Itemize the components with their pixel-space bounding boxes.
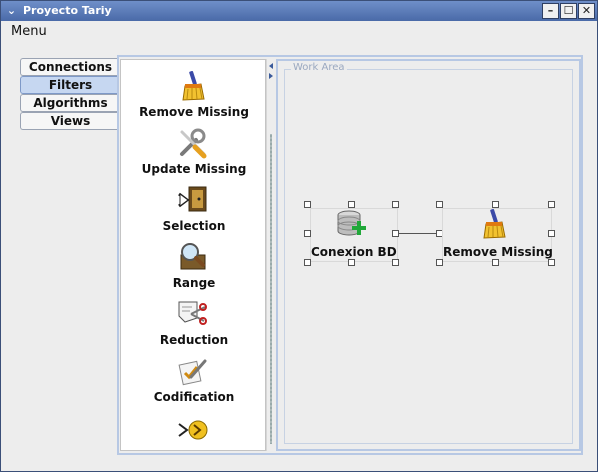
node-label: Remove Missing (443, 245, 553, 259)
tool-range[interactable]: Range (121, 241, 265, 297)
connection-start-handle[interactable] (392, 230, 399, 237)
window-title: Proyecto Tariy (23, 4, 112, 17)
filter-palette: Remove Missing Update Missing Selection (120, 59, 266, 451)
tool-label: Reduction (159, 333, 229, 347)
resize-handle[interactable] (548, 201, 555, 208)
tool-label: Update Missing (141, 162, 247, 176)
resize-handle[interactable] (392, 201, 399, 208)
collapse-right-icon[interactable] (268, 73, 274, 79)
tab-connections[interactable]: Connections (20, 58, 120, 76)
tab-views[interactable]: Views (20, 112, 120, 130)
reduction-scissors-icon (178, 301, 207, 325)
tool-selection[interactable]: Selection (121, 184, 265, 240)
collapse-left-icon[interactable] (268, 63, 274, 69)
resize-handle[interactable] (304, 201, 311, 208)
minimize-button[interactable]: – (542, 3, 559, 19)
resize-handle[interactable] (548, 230, 555, 237)
status-strip (1, 459, 597, 471)
menu-bar: Menu (1, 21, 597, 43)
split-pane-divider[interactable] (266, 59, 274, 451)
tool-remove-missing[interactable]: Remove Missing (121, 70, 265, 126)
tab-algorithms[interactable]: Algorithms (20, 94, 120, 112)
tool-codification[interactable]: Codification (121, 355, 265, 411)
tool-label: Remove Missing (139, 105, 249, 119)
selection-icon (178, 186, 207, 212)
work-area-legend: Work Area (291, 62, 347, 73)
resize-handle[interactable] (548, 259, 555, 266)
resize-handle[interactable] (436, 259, 443, 266)
tool-label: Codification (153, 390, 235, 404)
tool-label: Selection (162, 219, 226, 233)
splitter-grip (270, 134, 272, 444)
tool-update-missing[interactable]: Update Missing (121, 127, 265, 183)
broom-icon (483, 208, 506, 239)
resize-handle[interactable] (492, 259, 499, 266)
node-label: Conexion BD (311, 245, 397, 259)
maximize-button[interactable]: ☐ (560, 3, 577, 19)
resize-handle[interactable] (348, 201, 355, 208)
menu-item-menu[interactable]: Menu (11, 24, 47, 39)
resize-handle[interactable] (436, 201, 443, 208)
range-magnifier-icon (180, 243, 206, 270)
resize-handle[interactable] (304, 230, 311, 237)
title-bar[interactable]: ⌄ Proyecto Tariy – ☐ ✕ (1, 1, 597, 21)
resize-handle[interactable] (348, 259, 355, 266)
arrow-plug-icon (178, 420, 208, 440)
window-menu-icon[interactable]: ⌄ (4, 3, 19, 18)
tool-more[interactable] (121, 414, 265, 450)
tool-reduction[interactable]: Reduction (121, 298, 265, 354)
tools-icon (180, 128, 207, 159)
codification-icon (178, 359, 207, 386)
resize-handle[interactable] (492, 201, 499, 208)
tool-label: Range (172, 276, 216, 290)
app-window: ⌄ Proyecto Tariy – ☐ ✕ Menu Connections … (0, 0, 598, 472)
connection-line[interactable] (395, 233, 440, 234)
resize-handle[interactable] (392, 259, 399, 266)
close-button[interactable]: ✕ (578, 3, 595, 19)
resize-handle[interactable] (304, 259, 311, 266)
tab-filters[interactable]: Filters (20, 76, 120, 94)
broom-icon (182, 70, 205, 101)
database-add-icon (337, 210, 366, 236)
